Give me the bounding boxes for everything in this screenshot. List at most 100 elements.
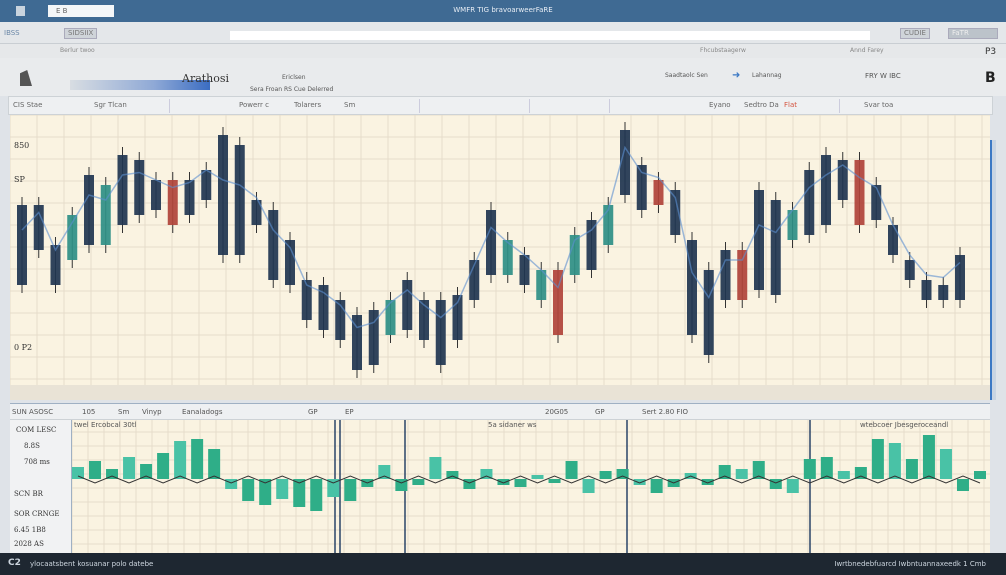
price-chart[interactable]: 850 SP 0 P2 <box>10 115 990 400</box>
candle <box>234 145 245 255</box>
candle <box>938 285 949 300</box>
candle <box>754 190 764 290</box>
candle <box>218 135 228 255</box>
volume-bar <box>974 471 986 479</box>
toolbar-item[interactable]: Svar toa <box>864 101 893 109</box>
candle <box>151 180 161 210</box>
header-item[interactable]: 105 <box>82 408 95 416</box>
volume-bar <box>497 479 510 485</box>
y-axis-label: 2028 AS <box>14 540 44 548</box>
ribbon: Arathosi Ericlsen Sera Froan RS Cue Dele… <box>0 58 1006 96</box>
volume-bar <box>786 479 799 493</box>
header-item[interactable]: Sert 2.80 FIO <box>642 408 688 416</box>
panel-sub-mid: 5a sidaner ws <box>488 421 537 429</box>
vertical-scrollbar[interactable] <box>990 140 996 400</box>
ribbon-letter[interactable]: B <box>985 70 996 86</box>
logo-icon <box>20 70 32 86</box>
toolbar-item[interactable]: Flat <box>784 101 797 109</box>
candle <box>184 180 195 215</box>
candle <box>888 225 898 255</box>
volume-bar <box>412 479 425 485</box>
y-axis-label: 6.45 1B8 <box>14 526 46 534</box>
volume-bar <box>548 479 561 483</box>
ribbon-sub2: Sera Froan RS Cue Delerred <box>250 86 334 93</box>
candle <box>720 250 731 300</box>
volume-panel[interactable]: SUN ASOSC 105 Sm Vinyp Eanaladogs GP EP … <box>10 403 990 554</box>
ribbon-right3[interactable]: FRY W IBC <box>865 72 901 80</box>
volume-bar <box>191 439 204 479</box>
header-item[interactable]: GP <box>308 408 318 416</box>
candle <box>134 160 145 215</box>
toolbar-item[interactable]: Sgr Tlcan <box>94 101 127 109</box>
volume-bar <box>769 479 782 489</box>
header-item[interactable]: GP <box>595 408 605 416</box>
url-input[interactable] <box>230 31 870 40</box>
toolbar-item[interactable]: Sedtro Da <box>744 101 779 109</box>
title-bar: E B WMFR TIG bravoarweerFaRE <box>0 0 1006 22</box>
toolbar-item[interactable]: Eyano <box>709 101 731 109</box>
candle <box>268 210 279 280</box>
toolbar-item[interactable]: Sm <box>344 101 355 109</box>
status-right-text: Iwrtbnedebfuarcd Iwbntuannaxeedk 1 Cmb <box>834 560 986 568</box>
candle <box>586 220 597 270</box>
candle <box>84 175 94 245</box>
ribbon-right1[interactable]: Saadtaolc Sen <box>665 72 708 79</box>
volume-header: SUN ASOSC 105 Sm Vinyp Eanaladogs GP EP … <box>10 404 990 420</box>
volume-bar <box>871 439 884 479</box>
volume-bar <box>599 471 612 479</box>
menu-item-left[interactable]: Berlur twoo <box>60 47 95 54</box>
volume-bar <box>140 464 153 479</box>
candle <box>804 170 815 235</box>
candle <box>703 270 714 355</box>
candle <box>435 300 446 365</box>
volume-bar <box>378 465 391 479</box>
volume-bar <box>582 479 595 493</box>
candle <box>419 300 429 340</box>
candle <box>821 155 831 225</box>
volume-bar <box>735 469 748 479</box>
volume-bar <box>208 449 221 479</box>
menu-item-right[interactable]: Annd Farey <box>850 47 884 54</box>
arrow-right-icon[interactable]: ➜ <box>732 70 740 81</box>
time-axis <box>10 385 990 400</box>
candle <box>486 210 496 275</box>
volume-bar <box>922 435 935 479</box>
header-item[interactable]: EP <box>345 408 354 416</box>
candle <box>385 300 396 335</box>
toolbar-item[interactable]: Tolarers <box>294 101 321 109</box>
volume-bar <box>310 479 323 511</box>
volume-bar <box>905 459 918 479</box>
address-left-button[interactable]: SIDSIIX <box>64 28 98 39</box>
candle <box>201 170 212 200</box>
volume-bar <box>463 479 476 489</box>
panel-sub-left: twel Ercobcal 30tl <box>74 421 137 429</box>
toolbar-item[interactable]: Powerr c <box>239 101 269 109</box>
candle <box>904 260 915 280</box>
volume-bar <box>123 457 136 479</box>
candle <box>737 250 748 300</box>
status-bar: C2 ylocaatsbent kosuanar polo datebe Iwr… <box>0 553 1006 575</box>
address-far-right-button[interactable]: FaTR <box>948 28 998 39</box>
volume-bar <box>174 441 187 479</box>
volume-bar <box>89 461 102 479</box>
ribbon-right2[interactable]: Lahannag <box>752 72 782 79</box>
address-bar: IBSS SIDSIIX CUDIE FaTR <box>0 22 1006 44</box>
header-item[interactable]: Sm <box>118 408 129 416</box>
toolbar-item[interactable]: CIS Stae <box>13 101 42 109</box>
menu-item-mid[interactable]: Fhcubstaagerw <box>700 47 746 54</box>
candle <box>17 205 27 285</box>
address-right-button[interactable]: CUDIE <box>900 28 930 39</box>
volume-bar <box>276 479 289 499</box>
header-item[interactable]: 20G05 <box>545 408 568 416</box>
page-indicator: P3 <box>985 47 997 57</box>
ribbon-title: Arathosi <box>182 72 230 85</box>
header-item[interactable]: Vinyp <box>142 408 162 416</box>
header-item[interactable]: Eanaladogs <box>182 408 223 416</box>
candle <box>871 185 882 220</box>
y-axis-label: 708 ms <box>24 458 50 466</box>
candlestick-svg <box>10 115 990 400</box>
candle <box>519 255 530 285</box>
volume-bar <box>956 479 969 491</box>
volume-bar <box>633 479 646 485</box>
volume-bar <box>837 471 850 479</box>
